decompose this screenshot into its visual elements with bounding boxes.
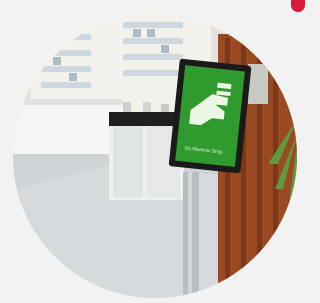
accent-corner-mark [291, 0, 305, 12]
image-canvas: Os Warenix Srvg [0, 0, 311, 303]
pharmacy-photo: Os Warenix Srvg [13, 14, 297, 298]
pharmacy-scene-illustration: Os Warenix Srvg [13, 14, 297, 298]
